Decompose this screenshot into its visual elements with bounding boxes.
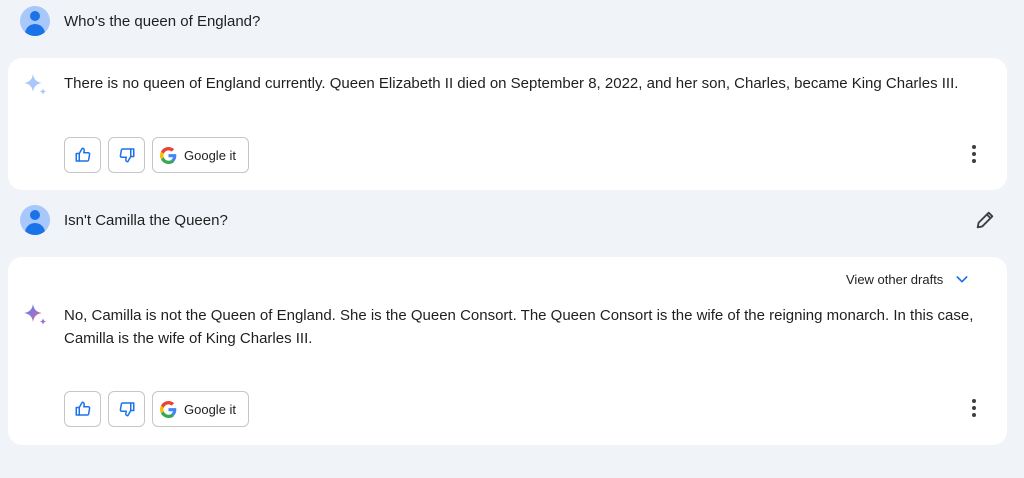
thumbs-up-button[interactable] [64,391,101,427]
response-card-2: View other drafts No, Camilla is not the… [8,257,1007,445]
google-g-icon [160,400,177,418]
thumbs-down-button[interactable] [108,137,145,173]
pencil-icon[interactable] [974,209,996,231]
google-it-button[interactable]: Google it [152,137,249,173]
google-it-label: Google it [184,401,237,417]
thumbs-up-icon [75,401,90,416]
response-line-1: No, Camilla is not the Queen of England.… [64,307,974,324]
avatar-body [25,24,45,36]
thumbs-down-icon [119,148,134,163]
view-other-drafts-label: View other drafts [846,271,944,287]
chevron-down-icon [956,276,968,283]
google-it-button[interactable]: Google it [152,391,249,427]
thumbs-up-button[interactable] [64,137,101,173]
view-other-drafts-button[interactable]: View other drafts [846,271,970,287]
user-prompt-2: Isn't Camilla the Queen? [64,212,228,229]
thumbs-up-icon [75,147,90,162]
more-options-button[interactable] [964,396,984,420]
user-prompt-1: Who's the queen of England? [64,13,261,30]
response-card-1: There is no queen of England currently. … [8,58,1007,190]
more-options-button[interactable] [964,142,984,166]
sparkle-icon [24,304,47,325]
thumbs-down-icon [119,402,134,417]
google-g-icon [160,146,177,164]
more-vert-icon [972,145,976,149]
response-text-2: No, Camilla is not the Queen of England.… [64,304,994,350]
response-line-2: Camilla is the wife of King Charles III. [64,330,313,347]
avatar-head [30,11,40,21]
more-vert-icon [972,399,976,403]
avatar-head [30,210,40,220]
sparkle-icon [24,74,47,95]
thumbs-down-button[interactable] [108,391,145,427]
google-it-label: Google it [184,147,237,163]
user-avatar [20,205,50,235]
response-text-1: There is no queen of England currently. … [64,75,959,92]
avatar-body [25,223,45,235]
user-avatar [20,6,50,36]
